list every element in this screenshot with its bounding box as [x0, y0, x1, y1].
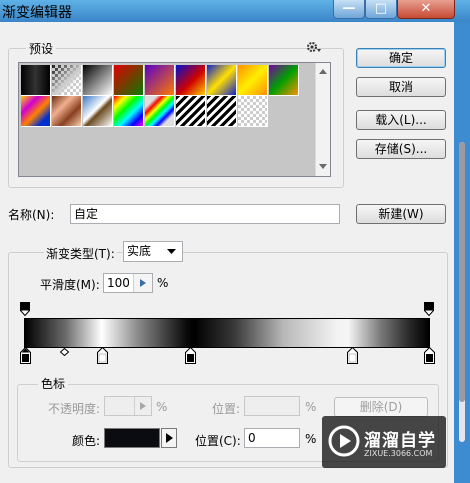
gradient-preview-bar[interactable]	[24, 318, 430, 348]
watermark-url: ZIXUE.3066.COM	[364, 449, 433, 458]
preset-swatch[interactable]	[145, 96, 175, 127]
preset-swatch[interactable]	[176, 65, 206, 96]
color-swatch[interactable]	[104, 428, 160, 448]
gradient-type-value: 实底	[127, 244, 152, 258]
smoothness-label: 平滑度(M):	[40, 278, 100, 292]
gear-icon[interactable]	[306, 41, 322, 55]
preset-swatch[interactable]	[83, 65, 113, 96]
presets-grid	[18, 62, 331, 177]
opacity-location-label: 位置:	[212, 402, 241, 416]
preset-swatch[interactable]	[269, 65, 299, 96]
opacity-label: 不透明度:	[48, 402, 101, 416]
minimize-icon: —	[342, 1, 356, 16]
preset-swatch[interactable]	[114, 65, 144, 96]
preset-swatch[interactable]	[21, 96, 51, 127]
color-stop-selected[interactable]	[20, 347, 31, 364]
close-button[interactable]: ✕	[397, 0, 455, 19]
color-stop[interactable]	[97, 347, 108, 364]
preset-swatch[interactable]	[114, 96, 144, 127]
name-label: 名称(N):	[8, 208, 55, 222]
color-location-unit: %	[305, 432, 317, 446]
color-label: 颜色:	[72, 434, 101, 448]
watermark: 溜溜自学 ZIXUE.3066.COM	[322, 416, 446, 468]
smoothness-slider-button[interactable]	[133, 274, 152, 292]
opacity-unit: %	[156, 400, 168, 414]
scrollbar-thumb[interactable]	[459, 142, 465, 402]
color-midpoint-diamond[interactable]	[60, 348, 69, 356]
play-icon	[166, 433, 173, 443]
preset-swatch[interactable]	[207, 65, 237, 96]
opacity-location-unit: %	[305, 400, 317, 414]
smoothness-input[interactable]: 100	[103, 273, 153, 293]
preset-swatch[interactable]	[52, 96, 82, 127]
preset-swatch[interactable]	[145, 65, 175, 96]
preset-swatch[interactable]	[238, 65, 268, 96]
maximize-button[interactable]: □	[365, 0, 397, 19]
color-location-label: 位置(C):	[195, 434, 241, 448]
gradient-type-select[interactable]: 实底	[123, 241, 183, 262]
cancel-button[interactable]: 取消	[356, 77, 446, 97]
preset-swatch[interactable]	[52, 65, 82, 96]
smoothness-value: 100	[107, 276, 130, 290]
presets-scrollbar[interactable]	[315, 63, 330, 176]
preset-swatch[interactable]	[238, 96, 268, 127]
window-title: 渐变编辑器	[2, 5, 72, 21]
color-stop[interactable]	[185, 347, 196, 364]
watermark-name: 溜溜自学	[364, 431, 436, 451]
opacity-location-input[interactable]	[244, 396, 300, 416]
name-input[interactable]: 自定	[70, 204, 340, 224]
stops-label: 色标	[38, 375, 69, 392]
color-picker-button[interactable]	[161, 428, 177, 448]
preset-swatch[interactable]	[207, 96, 237, 127]
play-icon	[140, 279, 146, 287]
ok-button[interactable]: 确定	[356, 48, 446, 68]
presets-label: 预设	[26, 40, 57, 57]
color-stop[interactable]	[347, 347, 358, 364]
opacity-stop-left[interactable]	[20, 302, 30, 316]
save-button[interactable]: 存储(S)...	[356, 139, 446, 159]
play-icon	[140, 402, 146, 410]
delete-button[interactable]: 删除(D)	[334, 397, 428, 417]
chevron-down-icon	[167, 249, 176, 254]
close-icon: ✕	[420, 1, 432, 16]
load-button[interactable]: 载入(L)...	[356, 110, 446, 130]
opacity-input[interactable]	[104, 396, 152, 416]
new-button[interactable]: 新建(W)	[356, 204, 446, 224]
color-stop[interactable]	[424, 347, 435, 364]
preset-swatch[interactable]	[176, 96, 206, 127]
maximize-icon: □	[374, 1, 388, 16]
opacity-stop-right[interactable]	[424, 302, 434, 316]
window-frame-right	[454, 22, 470, 483]
preset-swatch[interactable]	[83, 96, 113, 127]
scroll-down-icon[interactable]	[319, 164, 327, 169]
preset-swatch[interactable]	[21, 65, 51, 96]
title-bar: 渐变编辑器 — □ ✕	[0, 0, 470, 22]
opacity-slider-button[interactable]	[134, 397, 151, 415]
play-logo-icon	[328, 425, 360, 457]
color-location-input[interactable]: 0	[244, 428, 300, 448]
smoothness-unit: %	[157, 276, 169, 290]
scroll-up-icon[interactable]	[319, 69, 327, 74]
gradient-type-label: 渐变类型(T):	[44, 245, 117, 262]
color-swatch-fill	[105, 429, 159, 447]
minimize-button[interactable]: —	[333, 0, 365, 19]
